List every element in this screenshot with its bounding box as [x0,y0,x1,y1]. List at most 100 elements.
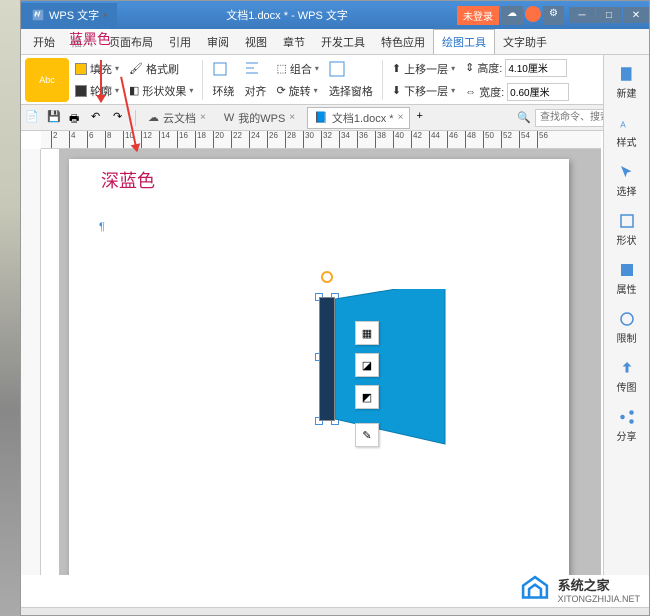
add-tab-icon[interactable]: + [416,110,432,126]
rotation-handle[interactable] [321,271,333,283]
ruler-tick: 38 [375,131,386,148]
menu-view[interactable]: 视图 [237,30,275,54]
move-down-button[interactable]: ⬇下移一层▾ [388,81,459,101]
new-doc-icon [618,65,636,83]
tab-cloud-docs[interactable]: ☁云文档× [142,108,212,128]
select-pane-icon-btn[interactable] [325,59,377,79]
watermark-url: XITONGZHIJIA.NET [558,594,640,604]
fill-button[interactable]: 填充▾ [71,59,123,79]
side-properties[interactable]: 属性 [617,257,637,300]
width-row: ⇔宽度: [461,81,573,103]
ruler-tick: 6 [87,131,93,148]
group-button[interactable]: ⬚组合▾ [272,59,322,79]
rotate-button[interactable]: ⟳旋转▾ [272,81,322,101]
wps-logo-icon [31,8,45,22]
side-share[interactable]: 分享 [617,404,637,447]
desktop-strip [0,0,20,616]
tab-mywps[interactable]: W我的WPS× [218,108,301,128]
wrap-label[interactable]: 环绕 [208,81,238,101]
ruler-tick: 48 [465,131,476,148]
height-input[interactable] [505,59,567,77]
ruler-tick: 42 [411,131,422,148]
ruler-tick: 12 [141,131,152,148]
ruler-tick: 30 [303,131,314,148]
layout-option-icon[interactable]: ▦ [355,321,379,345]
save-icon[interactable]: 💾 [47,110,63,126]
undo-icon[interactable]: ↶ [91,110,107,126]
menu-review[interactable]: 审阅 [199,30,237,54]
close-icon[interactable]: × [200,112,206,123]
menu-start[interactable]: 开始 [25,30,63,54]
ruler-tick: 18 [195,131,206,148]
trapezoid-shape[interactable] [335,289,455,449]
select-icon [618,163,636,181]
notification-badge[interactable] [525,6,541,22]
paragraph-mark-icon: ¶ [99,221,105,233]
close-icon[interactable]: × [289,112,295,123]
wrap-dropdown[interactable] [208,59,238,79]
page: 深蓝色 ¶ ▦ ◪ ◩ ✎ [69,159,569,575]
side-upload-img[interactable]: 传图 [617,355,637,398]
app-menu-button[interactable]: WPS 文字 ▾ [21,3,117,27]
brush-icon: 🖌 [129,62,143,75]
width-input[interactable] [507,83,569,101]
format-painter-button[interactable]: 🖌格式刷 [125,59,197,79]
tab-document[interactable]: 📘文档1.docx *× [307,107,410,129]
close-button[interactable]: ✕ [623,7,649,23]
ruler-tick: 14 [159,131,170,148]
effect-option-icon[interactable]: ✎ [355,423,379,447]
close-icon[interactable]: × [398,112,404,123]
new-icon[interactable]: 📄 [25,110,41,126]
vertical-ruler[interactable] [21,149,41,575]
horizontal-ruler[interactable]: 2468101214161820222426283032343638404244… [41,131,601,149]
move-up-button[interactable]: ⬆上移一层▾ [388,59,459,79]
fill-swatch-icon [75,63,87,75]
shape-effects-button[interactable]: ◧形状效果▾ [125,81,197,101]
menu-special[interactable]: 特色应用 [373,30,433,54]
ruler-tick: 20 [213,131,224,148]
settings-badge[interactable]: ⚙ [543,6,564,25]
up-icon: ⬆ [392,62,401,75]
print-icon[interactable]: 🖶 [69,110,85,126]
side-shape[interactable]: 形状 [617,208,637,251]
side-restrict[interactable]: 限制 [617,306,637,349]
ruler-tick: 8 [105,131,111,148]
chevron-down-icon: ▾ [103,11,107,20]
shape-style-gallery[interactable]: Abc [25,58,69,102]
document-viewport[interactable]: 深蓝色 ¶ ▦ ◪ ◩ ✎ [59,149,601,575]
sync-badge[interactable]: ☁ [501,6,523,25]
side-new[interactable]: 新建 [617,61,637,104]
shape-side-bar[interactable] [319,297,335,421]
menu-references[interactable]: 引用 [161,30,199,54]
app-name: WPS 文字 [49,7,99,23]
align-icon [244,61,260,77]
menu-text-helper[interactable]: 文字助手 [495,30,555,54]
app-window: WPS 文字 ▾ 文档1.docx * - WPS 文字 未登录 ☁ ⚙ ─ □… [20,0,650,616]
menu-section[interactable]: 章节 [275,30,313,54]
menu-drawing-tools[interactable]: 绘图工具 [433,29,495,54]
align-dropdown[interactable] [240,59,270,79]
shape-icon [618,212,636,230]
upload-icon [618,359,636,377]
fill-option-icon[interactable]: ◪ [355,353,379,377]
height-row: ⇕高度: [461,57,573,79]
wrap-icon [212,61,228,77]
titlebar: WPS 文字 ▾ 文档1.docx * - WPS 文字 未登录 ☁ ⚙ ─ □… [21,1,649,29]
outline-option-icon[interactable]: ◩ [355,385,379,409]
restrict-icon [618,310,636,328]
maximize-button[interactable]: □ [596,7,622,23]
ruler-tick: 52 [501,131,512,148]
select-pane-button[interactable]: 选择窗格 [325,81,377,101]
ruler-tick: 44 [429,131,440,148]
side-style[interactable]: A样式 [617,110,637,153]
menu-devtools[interactable]: 开发工具 [313,30,373,54]
ruler-tick: 16 [177,131,188,148]
window-controls: ─ □ ✕ [568,7,649,23]
wps-icon: W [224,112,234,124]
minimize-button[interactable]: ─ [569,7,595,23]
align-label[interactable]: 对齐 [240,81,270,101]
login-badge[interactable]: 未登录 [457,6,499,25]
height-icon: ⇕ [465,61,474,74]
side-select[interactable]: 选择 [617,159,637,202]
outline-swatch-icon [75,85,87,97]
